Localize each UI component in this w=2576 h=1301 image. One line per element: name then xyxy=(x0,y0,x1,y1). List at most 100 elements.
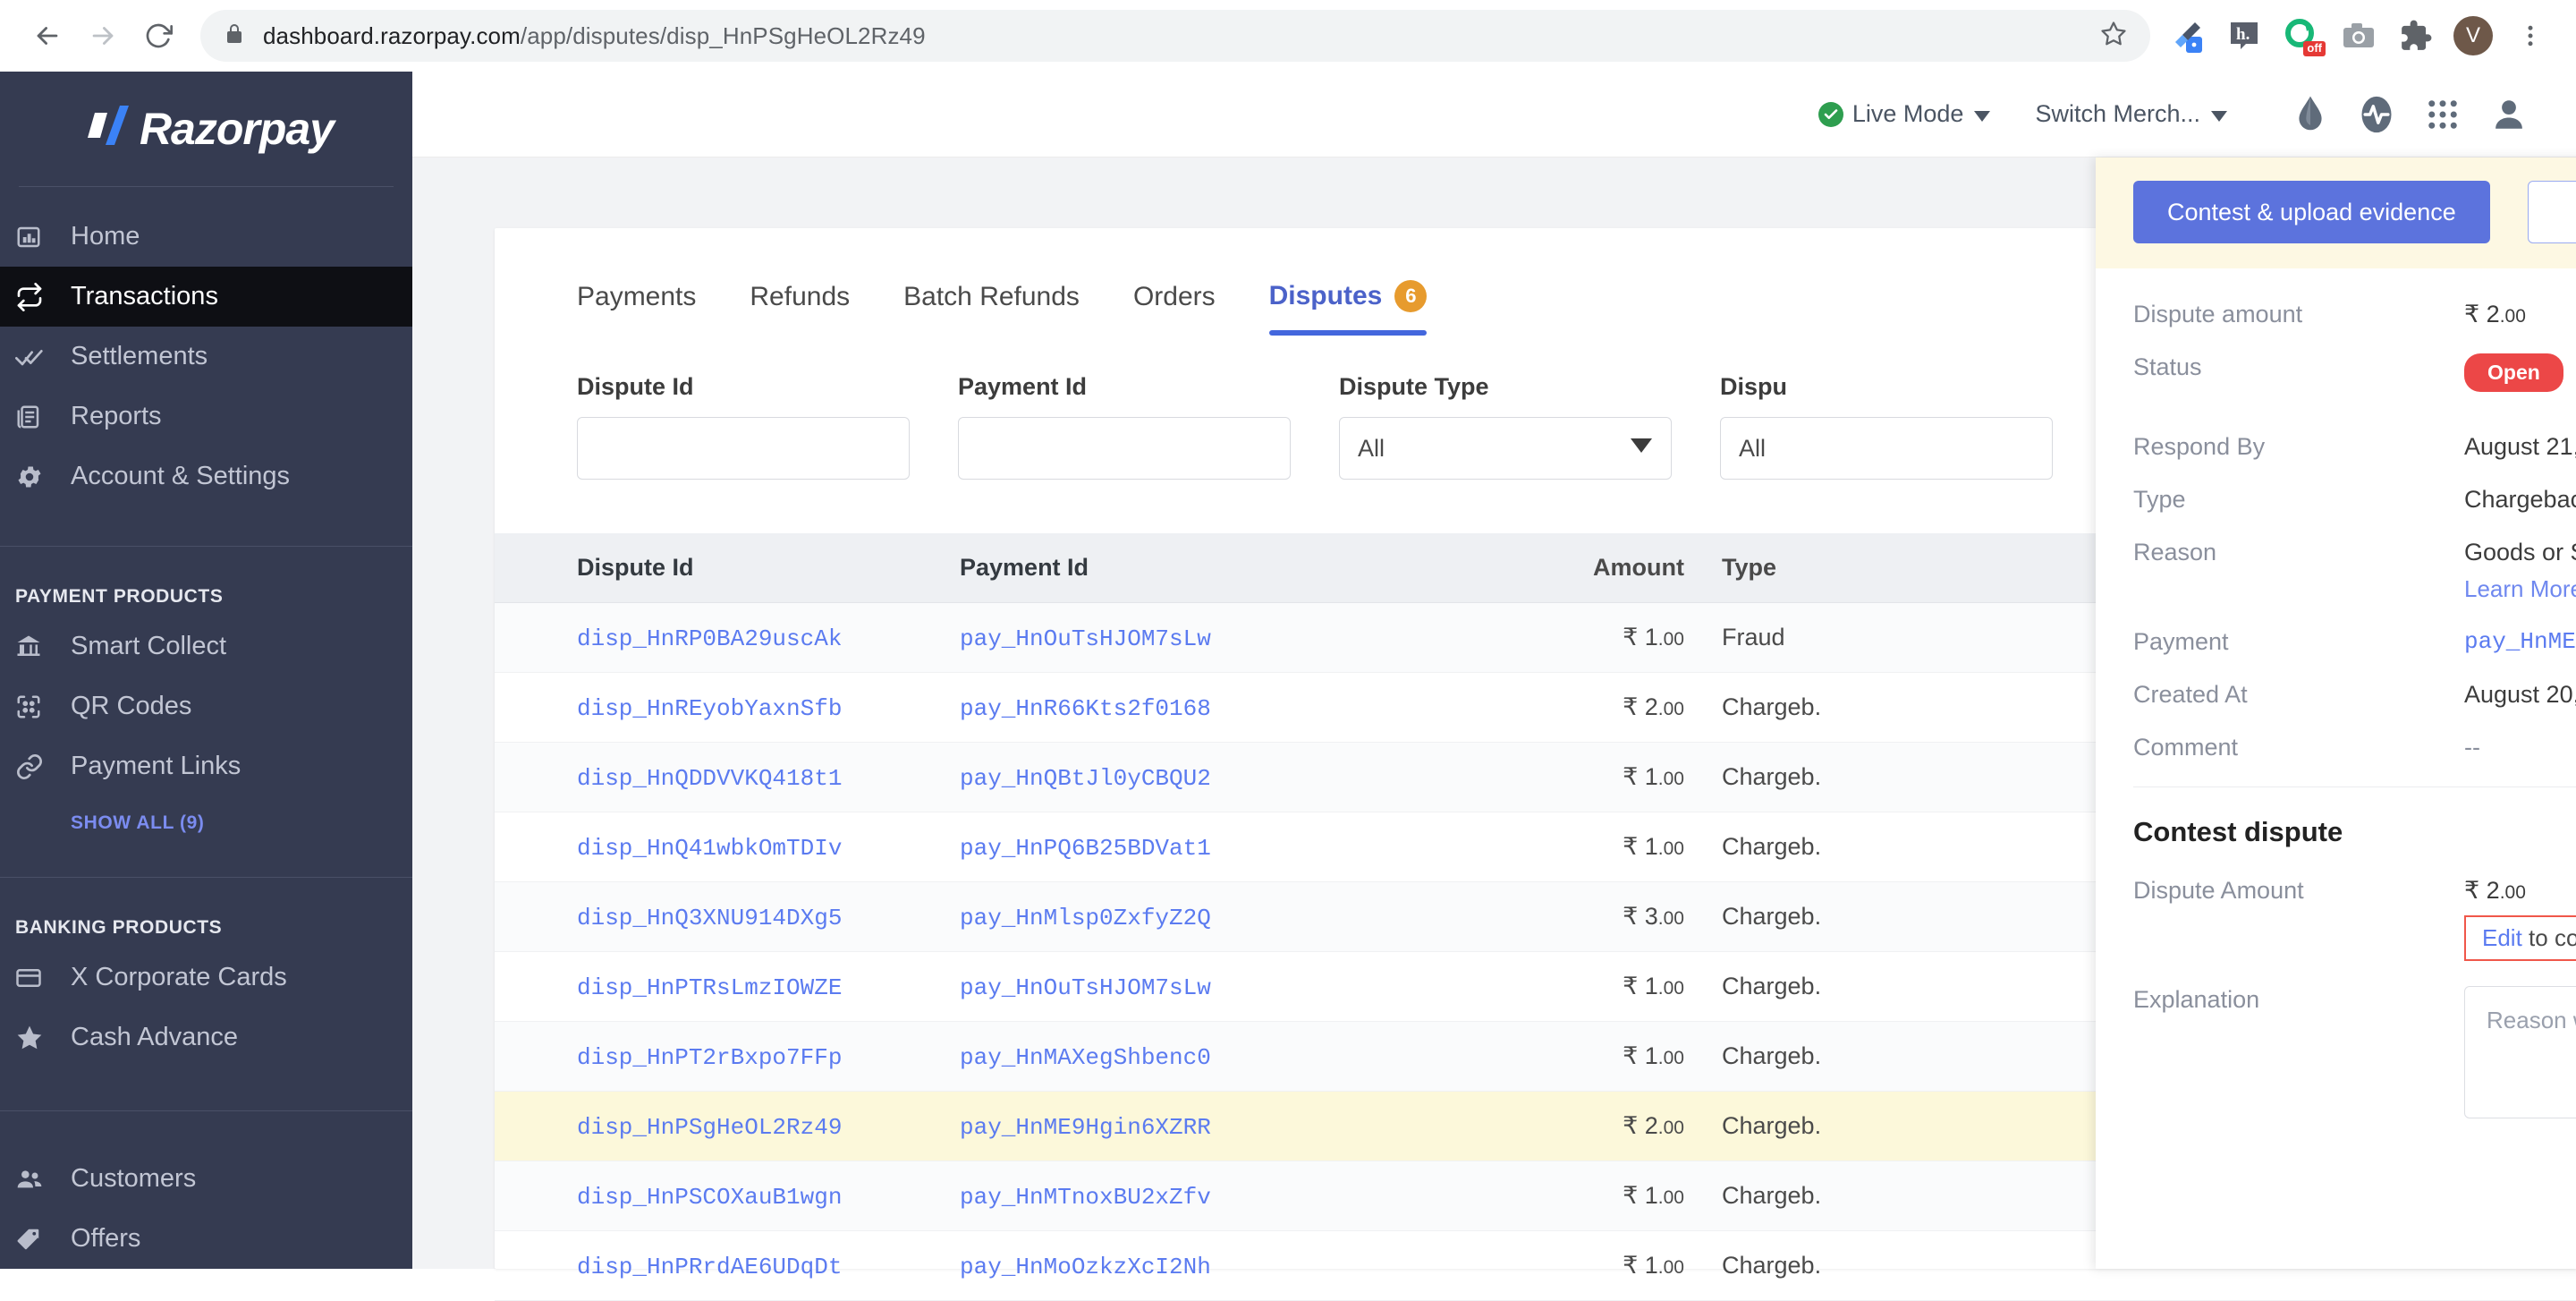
sidebar-item-payment-links[interactable]: Payment Links xyxy=(0,736,412,796)
tab-label: Batch Refunds xyxy=(903,282,1080,312)
eyedropper-extension-icon[interactable] xyxy=(2161,10,2213,62)
learn-more-link[interactable]: Learn More xyxy=(2464,575,2576,603)
payment-id-link[interactable]: pay_HnMTnoxBU2xZfv xyxy=(960,1184,1211,1211)
cell-dispute-id: disp_HnPRrdAE6UDqDt xyxy=(495,1252,960,1280)
tab-batch-refunds[interactable]: Batch Refunds xyxy=(903,282,1080,336)
dispute-id-link[interactable]: disp_HnPTRsLmzIOWZE xyxy=(577,974,842,1001)
sidebar-item-offers[interactable]: Offers xyxy=(0,1209,412,1269)
sidebar-item-transactions[interactable]: Transactions xyxy=(0,267,412,327)
sidebar-item-x-corporate-cards[interactable]: X Corporate Cards xyxy=(0,948,412,1008)
user-profile-icon[interactable] xyxy=(2476,81,2542,148)
sidebar-item-home[interactable]: Home xyxy=(0,207,412,267)
panel-action-bar: Contest & upload evidence Accept Dispute xyxy=(2096,157,2576,268)
contest-upload-evidence-button[interactable]: Contest & upload evidence xyxy=(2133,181,2490,243)
cell-payment-id: pay_HnOuTsHJOM7sLw xyxy=(960,624,1461,652)
switch-merchant-selector[interactable]: Switch Merch... xyxy=(2035,100,2227,128)
sidebar-item-customers[interactable]: Customers xyxy=(0,1149,412,1209)
cell-type: Chargeb. xyxy=(1684,1252,1953,1280)
payment-id-link[interactable]: pay_HnME9Hgin6XZRR xyxy=(2464,628,2576,655)
tab-label: Disputes xyxy=(1269,281,1383,311)
cell-type: Chargeb. xyxy=(1684,973,1953,1000)
dispute-id-link[interactable]: disp_HnPT2rBxpo7FFp xyxy=(577,1044,842,1071)
accept-dispute-button[interactable]: Accept Dispute xyxy=(2528,181,2576,243)
sidebar-item-settlements[interactable]: Settlements xyxy=(0,327,412,387)
credit-card-icon xyxy=(15,965,71,991)
payment-id-input[interactable] xyxy=(958,417,1291,480)
tab-orders[interactable]: Orders xyxy=(1133,282,1216,336)
column-header-dispute-id: Dispute Id xyxy=(495,554,960,582)
sidebar-item-cash-advance[interactable]: Cash Advance xyxy=(0,1008,412,1067)
brand-logo[interactable]: Razorpay xyxy=(0,72,412,186)
sidebar-item-label: QR Codes xyxy=(71,692,191,721)
detail-value: August 21, 2021 (Passed) xyxy=(2464,433,2576,461)
feedback-drop-icon[interactable] xyxy=(2277,81,2343,148)
payment-id-link[interactable]: pay_HnMlsp0ZxfyZ2Q xyxy=(960,905,1211,931)
profile-avatar-button[interactable]: V xyxy=(2447,10,2499,62)
puzzle-extensions-icon[interactable] xyxy=(2390,10,2442,62)
dispute-detail-panel: Contest & upload evidence Accept Dispute… xyxy=(2096,157,2576,1269)
cell-amount: ₹ 1.00 xyxy=(1461,973,1684,1000)
cell-payment-id: pay_HnR66Kts2f0168 xyxy=(960,693,1461,722)
detail-value: August 20, 2021 / 03:23 PM xyxy=(2464,681,2576,709)
payment-id-link[interactable]: pay_HnQBtJl0yCBQU2 xyxy=(960,765,1211,792)
tab-refunds[interactable]: Refunds xyxy=(750,282,850,336)
screen-recorder-extension-icon[interactable]: off xyxy=(2275,10,2327,62)
payment-id-link[interactable]: pay_HnR66Kts2f0168 xyxy=(960,695,1211,722)
payment-id-link[interactable]: pay_HnMoOzkzXcI2Nh xyxy=(960,1254,1211,1280)
dispute-id-link[interactable]: disp_HnPSCOXauB1wgn xyxy=(577,1184,842,1211)
payment-id-link[interactable]: pay_HnOuTsHJOM7sLw xyxy=(960,974,1211,1001)
tab-payments[interactable]: Payments xyxy=(577,282,696,336)
sidebar-item-account-settings[interactable]: Account & Settings xyxy=(0,446,412,506)
sidebar-banking-products: BANKING PRODUCTS X Corporate Cards Cash … xyxy=(0,878,412,1067)
payment-id-link[interactable]: pay_HnME9Hgin6XZRR xyxy=(960,1114,1211,1141)
sidebar-item-reports[interactable]: Reports xyxy=(0,387,412,446)
payment-id-link[interactable]: pay_HnMAXegShbenc0 xyxy=(960,1044,1211,1071)
live-mode-selector[interactable]: Live Mode xyxy=(1818,100,1991,128)
three-dot-menu-icon[interactable] xyxy=(2504,10,2556,62)
activity-pulse-icon[interactable] xyxy=(2343,81,2410,148)
cell-type: Chargeb. xyxy=(1684,833,1953,861)
back-button[interactable] xyxy=(20,8,75,64)
dispute-id-link[interactable]: disp_HnQ41wbkOmTDIv xyxy=(577,835,842,862)
sidebar-item-label: Home xyxy=(71,222,140,251)
dispute-id-link[interactable]: disp_HnQ3XNU914DXg5 xyxy=(577,905,842,931)
section-title-payment-products: PAYMENT PRODUCTS xyxy=(0,586,412,608)
tab-disputes[interactable]: Disputes 6 xyxy=(1269,280,1428,336)
sidebar-item-smart-collect[interactable]: Smart Collect xyxy=(0,616,412,676)
edit-partial-amount-box[interactable]: Edit to contest for a partial amount xyxy=(2464,915,2576,961)
cell-payment-id: pay_HnMlsp0ZxfyZ2Q xyxy=(960,903,1461,931)
payment-id-link[interactable]: pay_HnOuTsHJOM7sLw xyxy=(960,625,1211,652)
amount-minor: .00 xyxy=(1658,1187,1684,1208)
dispute-id-link[interactable]: disp_HnPSgHeOL2Rz49 xyxy=(577,1114,842,1141)
hypothesis-extension-icon[interactable]: h. xyxy=(2218,10,2270,62)
address-bar[interactable]: dashboard.razorpay.com/app/disputes/disp… xyxy=(200,10,2150,62)
dispute-id-input[interactable] xyxy=(577,417,910,480)
cell-type: Chargeb. xyxy=(1684,1112,1953,1140)
dispute-type-select[interactable]: All xyxy=(1339,417,1672,480)
forward-button[interactable] xyxy=(75,8,131,64)
payment-id-link[interactable]: pay_HnPQ6B25BDVat1 xyxy=(960,835,1211,862)
cell-dispute-id: disp_HnPTRsLmzIOWZE xyxy=(495,973,960,1001)
people-icon xyxy=(15,1165,71,1194)
explanation-textarea[interactable]: Reason why the dispute is invalid... xyxy=(2464,986,2576,1118)
dispute-status-select[interactable]: All xyxy=(1720,417,2053,480)
amount-major: ₹ 1 xyxy=(1623,1252,1658,1279)
screenshot-camera-extension-icon[interactable] xyxy=(2333,10,2385,62)
panel-details: Dispute amount ₹ 2.00 Status Open Respon… xyxy=(2096,268,2576,1118)
edit-link[interactable]: Edit xyxy=(2482,924,2522,951)
dispute-id-link[interactable]: disp_HnREyobYaxnSfb xyxy=(577,695,842,722)
bookmark-star-icon[interactable] xyxy=(2082,21,2127,52)
dispute-id-link[interactable]: disp_HnRP0BA29uscAk xyxy=(577,625,842,652)
cell-type: Chargeb. xyxy=(1684,903,1953,931)
dispute-id-link[interactable]: disp_HnPRrdAE6UDqDt xyxy=(577,1254,842,1280)
detail-label: Type xyxy=(2133,486,2464,514)
svg-text:h.: h. xyxy=(2236,25,2250,44)
cell-amount: ₹ 1.00 xyxy=(1461,763,1684,791)
amount-minor: .00 xyxy=(1658,629,1684,650)
sidebar-item-qr-codes[interactable]: QR Codes xyxy=(0,676,412,736)
dispute-id-link[interactable]: disp_HnQDDVVKQ418t1 xyxy=(577,765,842,792)
reload-button[interactable] xyxy=(131,8,186,64)
app-topbar: Live Mode Switch Merch... xyxy=(412,72,2576,157)
apps-grid-icon[interactable] xyxy=(2410,81,2476,148)
sidebar-show-all-link[interactable]: SHOW ALL (9) xyxy=(0,812,412,834)
